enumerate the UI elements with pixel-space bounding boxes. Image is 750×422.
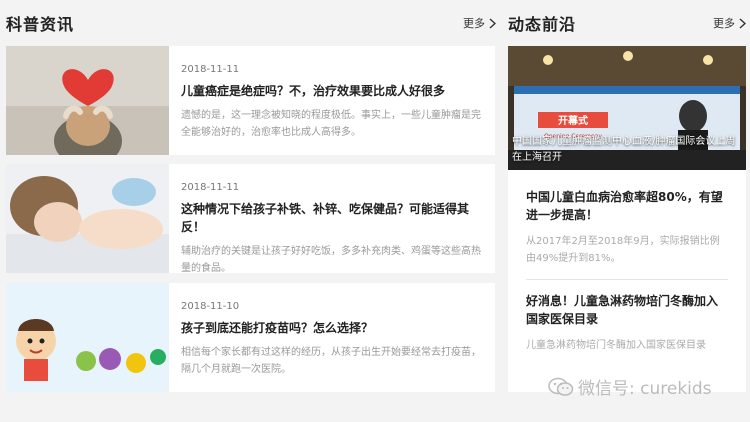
article-excerpt: 相信每个家长都有过这样的经历，从孩子出生开始要经常去打疫苗，隔几个月就跑一次医院… (181, 347, 481, 375)
chevron-right-icon (489, 17, 496, 29)
news-title[interactable]: 好消息！儿童急淋药物培门冬酶加入国家医保目录 (526, 292, 728, 328)
article-title[interactable]: 这种情况下给孩子补铁、补锌、吃保健品？可能适得其反！ (181, 200, 483, 236)
frontier-news-more-link[interactable]: 更多 (713, 15, 746, 31)
article-title[interactable]: 儿童癌症是绝症吗？不，治疗效果要比成人好很多 (181, 82, 483, 100)
article-excerpt: 辅助治疗的关键是让孩子好好吃饭，多多补充肉类、鸡蛋等这些高热量的食品。 (181, 246, 481, 273)
article-thumbnail-child[interactable] (6, 164, 169, 273)
article-card[interactable]: 2018-11-11 儿童癌症是绝症吗？不，治疗效果要比成人好很多 遗憾的是，这… (6, 46, 495, 155)
news-divider (526, 279, 728, 280)
frontier-news-header: 动态前沿 更多 (508, 0, 746, 46)
article-card[interactable]: 2018-11-11 这种情况下给孩子补铁、补锌、吃保健品？可能适得其反！ 辅助… (6, 164, 495, 273)
wechat-icon (548, 377, 574, 396)
article-excerpt: 遗憾的是，这一理念被知晓的程度极低。事实上，一些儿童肿瘤是完全能够治好的，治愈率… (181, 110, 481, 138)
frontier-news-list: 中国儿童白血病治愈率超80%，有望进一步提高！ 从2017年2月至2018年9月… (508, 170, 746, 392)
article-thumbnail-cartoon[interactable] (6, 283, 169, 392)
article-thumbnail-heart[interactable] (6, 46, 169, 155)
featured-news-caption[interactable]: 中国国家儿童肿瘤监测中心血液/肿瘤国际会议上周在上海召开 (512, 134, 742, 166)
science-news-title: 科普资讯 (6, 15, 75, 34)
frontier-news-title: 动态前沿 (508, 15, 577, 34)
more-label: 更多 (713, 17, 735, 30)
news-item[interactable]: 中国儿童白血病治愈率超80%，有望进一步提高！ 从2017年2月至2018年9月… (508, 170, 746, 267)
child-lying-image (6, 164, 169, 273)
news-excerpt: 儿童急淋药物培门冬酶加入国家医保目录 (526, 340, 706, 351)
article-date: 2018-11-10 (181, 301, 240, 312)
chevron-right-icon (739, 17, 746, 29)
news-excerpt: 从2017年2月至2018年9月，实际报销比例由49%提升到81%。 (526, 236, 720, 264)
news-item[interactable]: 好消息！儿童急淋药物培门冬酶加入国家医保目录 儿童急淋药物培门冬酶加入国家医保目… (508, 292, 746, 354)
cartoon-boy-germs-image (6, 283, 169, 392)
news-title[interactable]: 中国儿童白血病治愈率超80%，有望进一步提高！ (526, 188, 728, 224)
child-holding-heart-image (6, 46, 169, 155)
banner-title: 开幕式 (558, 114, 588, 127)
article-title[interactable]: 孩子到底还能打疫苗吗？怎么选择？ (181, 319, 483, 337)
watermark-text: 微信号: curekids (578, 379, 712, 399)
article-card[interactable]: 2018-11-10 孩子到底还能打疫苗吗？怎么选择？ 相信每个家长都有过这样的… (6, 283, 495, 392)
article-date: 2018-11-11 (181, 182, 240, 193)
more-label: 更多 (463, 17, 485, 30)
science-news-header: 科普资讯 更多 (6, 0, 496, 46)
wechat-watermark: 微信号: curekids (548, 374, 712, 399)
featured-news-image[interactable]: 开幕式 Opening Ceremony 中国国家儿童肿瘤监测中心血液/肿瘤国际… (508, 46, 746, 170)
science-news-more-link[interactable]: 更多 (463, 15, 496, 31)
article-date: 2018-11-11 (181, 64, 240, 75)
